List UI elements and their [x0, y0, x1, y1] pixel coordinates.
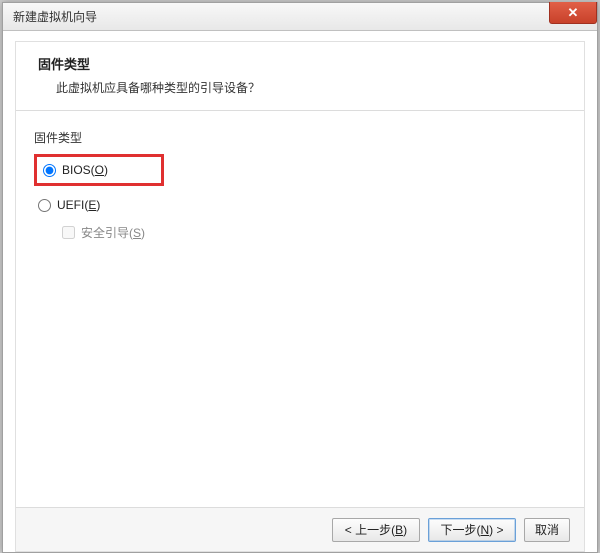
- page-subtitle: 此虚拟机应具备哪种类型的引导设备？: [38, 79, 566, 96]
- page-title: 固件类型: [38, 54, 566, 73]
- radio-uefi-label[interactable]: UEFI(E): [57, 198, 100, 212]
- cancel-button[interactable]: 取消: [524, 518, 570, 542]
- checkbox-secure-boot: [62, 226, 75, 239]
- wizard-window: 新建虚拟机向导 ✕ 固件类型 此虚拟机应具备哪种类型的引导设备？ 固件类型 BI…: [2, 2, 598, 553]
- button-bar: < 上一步(B) 下一步(N) > 取消: [16, 507, 584, 551]
- radio-bios[interactable]: [43, 164, 56, 177]
- wizard-header: 固件类型 此虚拟机应具备哪种类型的引导设备？: [16, 42, 584, 111]
- titlebar: 新建虚拟机向导 ✕: [3, 3, 597, 31]
- checkbox-secure-boot-label: 安全引导(S): [81, 224, 145, 241]
- radio-bios-label[interactable]: BIOS(O): [62, 163, 108, 177]
- back-button[interactable]: < 上一步(B): [332, 518, 420, 542]
- section-label: 固件类型: [34, 129, 566, 146]
- content-outer: 固件类型 此虚拟机应具备哪种类型的引导设备？ 固件类型 BIOS(O) UEFI…: [3, 31, 597, 552]
- radio-uefi-row[interactable]: UEFI(E): [34, 192, 566, 218]
- content-panel: 固件类型 此虚拟机应具备哪种类型的引导设备？ 固件类型 BIOS(O) UEFI…: [15, 41, 585, 552]
- wizard-body: 固件类型 BIOS(O) UEFI(E) 安全引导(S): [16, 111, 584, 507]
- highlight-box: BIOS(O): [34, 154, 164, 186]
- window-title: 新建虚拟机向导: [13, 8, 97, 25]
- close-icon: ✕: [568, 5, 579, 21]
- checkbox-secure-boot-row: 安全引导(S): [34, 220, 566, 245]
- close-button[interactable]: ✕: [549, 2, 597, 24]
- radio-bios-row[interactable]: BIOS(O): [41, 161, 157, 179]
- radio-uefi[interactable]: [38, 199, 51, 212]
- next-button[interactable]: 下一步(N) >: [428, 518, 516, 542]
